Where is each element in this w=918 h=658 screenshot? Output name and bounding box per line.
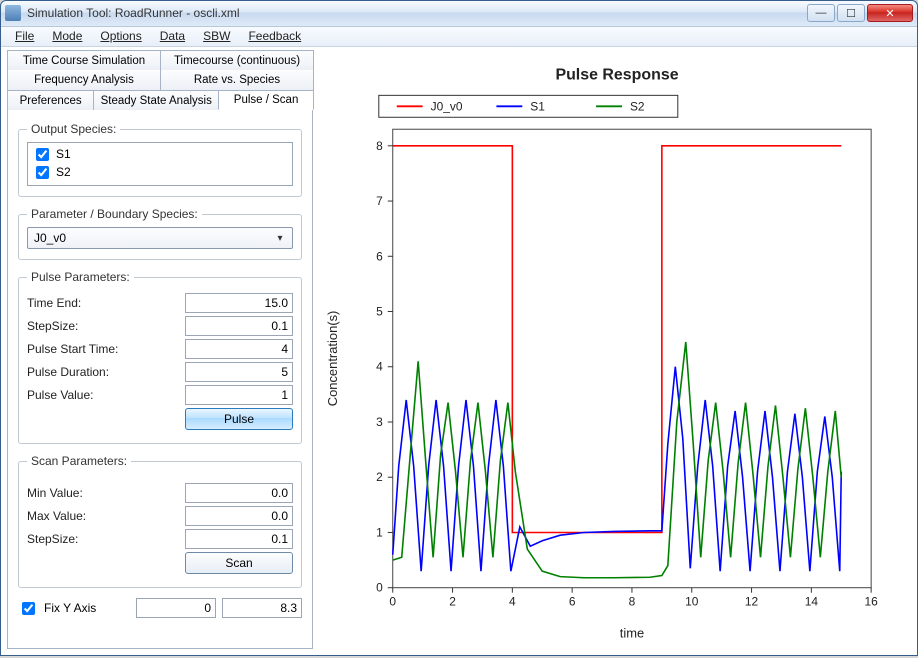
pulse-params-legend: Pulse Parameters: (27, 270, 134, 284)
svg-text:2: 2 (449, 595, 456, 609)
species-s2-check[interactable] (36, 166, 49, 179)
y-axis-label: Concentration(s) (325, 311, 340, 407)
x-ticks: 0 2 4 6 8 10 12 14 16 (389, 588, 878, 609)
param-boundary-selected: J0_v0 (34, 231, 66, 245)
fix-y-checkbox[interactable] (22, 602, 35, 615)
svg-text:7: 7 (376, 194, 383, 208)
species-s1-label: S1 (56, 147, 71, 161)
svg-text:16: 16 (865, 595, 879, 609)
species-list[interactable]: S1 S2 (27, 142, 293, 186)
tab-frequency[interactable]: Frequency Analysis (7, 70, 161, 90)
max-value-label: Max Value: (27, 509, 86, 523)
svg-text:S2: S2 (630, 99, 645, 113)
chevron-down-icon: ▾ (272, 230, 288, 246)
pulse-params-group: Pulse Parameters: Time End: StepSize: Pu… (18, 270, 302, 444)
tab-time-course[interactable]: Time Course Simulation (7, 50, 161, 70)
tab-preferences[interactable]: Preferences (7, 90, 94, 110)
maximize-button[interactable]: ☐ (837, 4, 865, 22)
svg-text:4: 4 (509, 595, 516, 609)
output-species-legend: Output Species: (27, 122, 120, 136)
pulse-value-input[interactable] (185, 385, 293, 405)
scan-step-label: StepSize: (27, 532, 78, 546)
menu-options[interactable]: Options (92, 27, 149, 45)
scan-step-input[interactable] (185, 529, 293, 549)
svg-text:4: 4 (376, 360, 383, 374)
pulse-value-label: Pulse Value: (27, 388, 94, 402)
svg-text:6: 6 (569, 595, 576, 609)
svg-text:J0_v0: J0_v0 (431, 99, 463, 113)
svg-text:0: 0 (376, 581, 383, 595)
app-icon (5, 5, 21, 21)
max-value-input[interactable] (185, 506, 293, 526)
chart-series (393, 146, 842, 578)
param-boundary-combo[interactable]: J0_v0 ▾ (27, 227, 293, 249)
app-window: Simulation Tool: RoadRunner - oscli.xml … (0, 0, 918, 656)
chart-panel: Pulse Response J0_v0S1S2 0246810121416 0… (317, 48, 917, 655)
stepsize-label: StepSize: (27, 319, 78, 333)
fix-y-high-input[interactable] (222, 598, 302, 618)
svg-text:1: 1 (376, 525, 383, 539)
scan-button[interactable]: Scan (185, 552, 293, 574)
species-s1-check[interactable] (36, 148, 49, 161)
pulse-start-label: Pulse Start Time: (27, 342, 118, 356)
tab-timecourse-cont[interactable]: Timecourse (continuous) (160, 50, 314, 70)
fix-y-label: Fix Y Axis (44, 601, 96, 615)
content-area: Time Course Simulation Timecourse (conti… (1, 47, 917, 655)
svg-text:6: 6 (376, 249, 383, 263)
menu-data[interactable]: Data (152, 27, 193, 45)
svg-text:5: 5 (376, 305, 383, 319)
close-button[interactable]: ✕ (867, 4, 913, 22)
output-species-group: Output Species: S1 S2 (18, 122, 302, 197)
left-panel: Time Course Simulation Timecourse (conti… (1, 48, 317, 655)
fix-y-row: Fix Y Axis (18, 598, 302, 618)
tab-steady-state[interactable]: Steady State Analysis (93, 90, 219, 110)
menu-sbw[interactable]: SBW (195, 27, 238, 45)
pulse-response-chart: Pulse Response J0_v0S1S2 0246810121416 0… (317, 48, 917, 655)
scan-params-group: Scan Parameters: Min Value: Max Value: S… (18, 454, 302, 588)
svg-text:S1: S1 (530, 99, 545, 113)
svg-text:14: 14 (805, 595, 819, 609)
tab-strip: Time Course Simulation Timecourse (conti… (7, 50, 313, 110)
y-ticks: 0 1 2 3 4 5 6 7 8 (376, 139, 393, 595)
stepsize-input[interactable] (185, 316, 293, 336)
pulse-button[interactable]: Pulse (185, 408, 293, 430)
pulse-scan-panel: Output Species: S1 S2 Parameter / Bound (7, 110, 313, 649)
svg-text:2: 2 (376, 470, 383, 484)
svg-text:8: 8 (376, 139, 383, 153)
plot-area (393, 129, 871, 587)
titlebar[interactable]: Simulation Tool: RoadRunner - oscli.xml … (1, 1, 917, 27)
species-s2-label: S2 (56, 165, 71, 179)
species-s2-row[interactable]: S2 (32, 163, 288, 181)
time-end-label: Time End: (27, 296, 81, 310)
param-boundary-legend: Parameter / Boundary Species: (27, 207, 202, 221)
x-axis-label: time (620, 626, 644, 641)
minimize-button[interactable]: — (807, 4, 835, 22)
tab-pulse-scan[interactable]: Pulse / Scan (218, 90, 314, 110)
svg-text:3: 3 (376, 415, 383, 429)
menu-feedback[interactable]: Feedback (240, 27, 309, 45)
species-s1-row[interactable]: S1 (32, 145, 288, 163)
svg-text:12: 12 (745, 595, 759, 609)
time-end-input[interactable] (185, 293, 293, 313)
pulse-start-input[interactable] (185, 339, 293, 359)
menu-mode[interactable]: Mode (44, 27, 90, 45)
min-value-input[interactable] (185, 483, 293, 503)
menubar: File Mode Options Data SBW Feedback (1, 27, 917, 47)
svg-text:8: 8 (629, 595, 636, 609)
window-controls: — ☐ ✕ (807, 4, 913, 22)
pulse-duration-label: Pulse Duration: (27, 365, 109, 379)
pulse-duration-input[interactable] (185, 362, 293, 382)
tab-rate-vs-species[interactable]: Rate vs. Species (160, 70, 314, 90)
svg-text:0: 0 (389, 595, 396, 609)
window-title: Simulation Tool: RoadRunner - oscli.xml (27, 6, 807, 20)
menu-file[interactable]: File (7, 27, 42, 45)
min-value-label: Min Value: (27, 486, 83, 500)
chart-legend: J0_v0 S1 S2 (397, 99, 645, 113)
chart-title: Pulse Response (555, 66, 678, 83)
param-boundary-group: Parameter / Boundary Species: J0_v0 ▾ (18, 207, 302, 260)
svg-text:10: 10 (685, 595, 699, 609)
scan-params-legend: Scan Parameters: (27, 454, 131, 468)
fix-y-low-input[interactable] (136, 598, 216, 618)
